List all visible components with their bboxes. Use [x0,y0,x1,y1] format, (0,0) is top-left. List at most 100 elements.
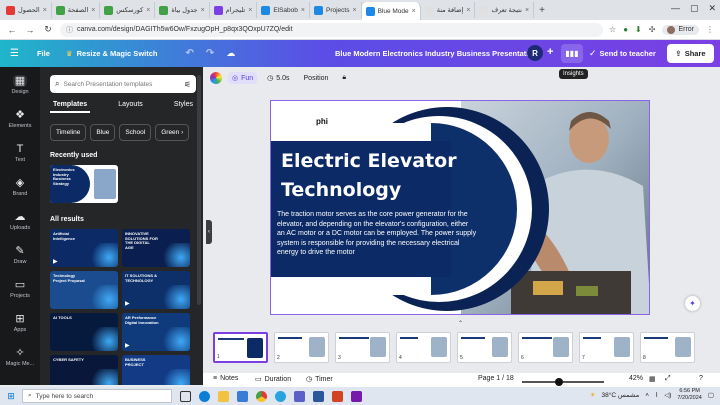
notes-button[interactable]: ≡ Notes [213,375,238,382]
zoom-slider[interactable] [522,381,604,383]
undo-icon[interactable]: ↶ [185,48,193,59]
file-menu[interactable]: File [37,49,50,58]
browser-tab[interactable]: Blue Mode × [361,2,421,20]
page-thumbnail[interactable]: 1 [213,332,268,363]
avatar[interactable]: R [527,45,543,61]
add-collaborator-icon[interactable]: + [547,46,553,58]
tab-close-icon[interactable]: × [466,7,470,14]
site-info-icon[interactable]: ⓘ [66,25,73,35]
page-thumbnail[interactable]: 4 [396,332,451,363]
rail-item-projects[interactable]: ▭ Projects [0,279,40,299]
browser-tab[interactable]: Projects × [310,2,362,18]
teams-icon[interactable] [294,390,305,402]
template-thumbnail[interactable]: BUSINESS PROJECT [122,355,190,385]
browser-tab[interactable]: الصفحة × [52,2,101,18]
chip-green[interactable]: Green › [155,124,190,141]
network-icon[interactable]: ⌇ [655,391,658,399]
tab-close-icon[interactable]: × [248,7,252,14]
telegram-icon[interactable] [275,390,286,402]
slide-body-text[interactable]: The traction motor serves as the core po… [277,210,477,258]
template-thumbnail[interactable]: AI TOOLS [50,313,118,351]
slide-canvas[interactable]: phi Electric Elevator Technology The tra… [270,100,650,315]
duration-button[interactable]: ◷ 5.0s [263,72,293,84]
tab-close-icon[interactable]: × [412,8,416,15]
page-thumbnail[interactable]: 6 [518,332,573,363]
grid-view-icon[interactable]: ▦ [649,375,656,383]
browser-tab[interactable]: نتيجة تعرف × [475,2,535,18]
cloud-saved-icon[interactable]: ☁ [226,48,235,59]
panel-scrollbar[interactable] [197,75,201,305]
tab-close-icon[interactable]: × [301,7,305,14]
minimize-icon[interactable]: — [671,3,680,14]
new-tab-icon[interactable]: + [539,5,545,16]
page-thumbnail[interactable]: 2 [274,332,329,363]
duration-toggle[interactable]: ▭ Duration [255,375,291,384]
rail-item-magic-me[interactable]: ✧ Magic Me... [0,347,40,367]
chip-school[interactable]: School [119,124,152,141]
tab-styles[interactable]: Styles [171,101,196,113]
taskbar-search-input[interactable]: ⌕ Type here to search [22,389,172,403]
color-wheel-icon[interactable] [210,72,222,84]
url-field[interactable]: ⓘ canva.com/design/DAGITh5w6Ow/FxzugOpH_… [60,22,604,37]
template-thumbnail[interactable]: IT SOLUTIONS & TECHNOLOGY ▶ [122,271,190,309]
rail-item-elements[interactable]: ❖ Elements [0,109,40,129]
windows-start-icon[interactable]: ⊞ [0,391,22,402]
rail-item-apps[interactable]: ⊞ Apps [0,313,40,333]
tray-chevron-icon[interactable]: ˄ [645,392,649,399]
template-search-input[interactable]: ⌕ Search Presentation templates ⚟ [50,75,196,93]
filmstrip-collapse-icon[interactable]: ⌃ [458,320,463,327]
lock-icon[interactable]: 🔒︎ [338,72,350,84]
page-thumbnail[interactable]: 8 [640,332,695,363]
back-icon[interactable]: ← [6,25,18,35]
profile-button[interactable]: Error [662,24,699,35]
extension-green-icon[interactable]: ● [623,25,628,34]
animation-fun-button[interactable]: ◎ Fun [228,72,258,84]
tab-close-icon[interactable]: × [91,7,95,14]
slide-title[interactable]: Electric Elevator Technology [281,147,457,205]
chrome-icon[interactable] [256,390,267,402]
tab-layouts[interactable]: Layouts [115,101,146,113]
tab-close-icon[interactable]: × [525,7,529,14]
bookmark-star-icon[interactable]: ☆ [609,25,616,34]
puzzle-icon[interactable]: ✣ [649,25,656,34]
template-thumbnail[interactable]: Technology Project Proposal [50,271,118,309]
chip-timeline[interactable]: Timeline [50,124,87,141]
page-indicator[interactable]: Page 1 / 18 [478,375,514,382]
rail-item-uploads[interactable]: ☁ Uploads [0,211,40,231]
weather-text[interactable]: 38°C مشمس [602,391,640,399]
task-view-icon[interactable] [180,390,191,402]
page-thumbnail[interactable]: 7 [579,332,634,363]
file-explorer-icon[interactable] [218,390,229,402]
position-button[interactable]: Position [300,73,333,84]
maximize-icon[interactable]: ▢ [690,3,699,14]
template-thumbnail[interactable]: CYBER SAFETY [50,355,118,385]
browser-tab[interactable]: إضافة منة × [421,2,476,18]
onenote-icon[interactable] [351,390,362,402]
slide-phi-label[interactable]: phi [316,117,328,126]
browser-tab[interactable]: ElSabob × [257,2,310,18]
chip-blue[interactable]: Blue [90,124,116,141]
redo-icon[interactable]: ↷ [206,48,214,59]
browser-menu-icon[interactable]: ⋮ [706,25,714,34]
tab-templates[interactable]: Templates [50,101,91,113]
magic-assistant-icon[interactable]: ✦ [685,296,700,311]
notification-icon[interactable]: ▢ [708,391,714,399]
tab-close-icon[interactable]: × [201,7,205,14]
weather-icon[interactable]: ☀ [590,391,596,399]
browser-tab[interactable]: جدول بياة × [155,2,210,18]
insights-button[interactable]: ▮▮▮ [561,44,583,63]
template-thumbnail[interactable]: INNOVATIVE SOLUTIONS FOR THE DIGITAL AGE [122,229,190,267]
forward-icon[interactable]: → [24,25,36,35]
zoom-slider-handle[interactable] [554,378,563,386]
template-thumbnail[interactable]: AR Performance Digital Innovation ▶ [122,313,190,351]
zoom-value[interactable]: 42% [629,375,643,382]
fullscreen-icon[interactable]: ⤢ [665,375,671,383]
rail-item-brand[interactable]: ◈ Brand [0,177,40,197]
help-icon[interactable]: ? [699,375,703,382]
word-icon[interactable] [313,390,324,402]
main-menu-icon[interactable]: ☰ [10,48,19,59]
browser-tab[interactable]: تليجرام × [210,2,258,18]
page-thumbnail[interactable]: 3 [335,332,390,363]
browser-tab[interactable]: الحصول × [2,2,52,18]
filter-icon[interactable]: ⚟ [184,80,191,89]
